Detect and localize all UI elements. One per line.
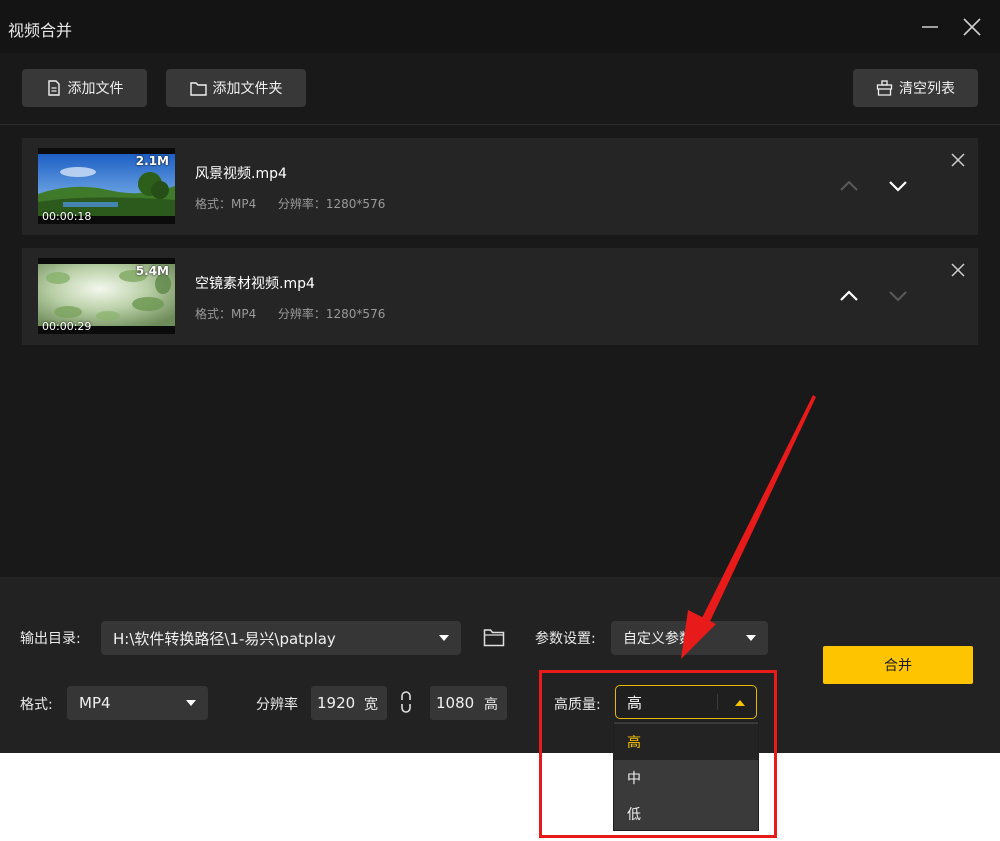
file-format: 格式：MP4 (195, 307, 257, 321)
format-select[interactable]: MP4 (67, 686, 208, 720)
video-thumbnail: 2.1M 00:00:18 (38, 148, 175, 224)
video-thumbnail: 5.4M 00:00:29 (38, 258, 175, 334)
file-resolution: 分辨率：1280*576 (277, 197, 386, 211)
minimize-button[interactable] (915, 12, 945, 42)
move-up-button[interactable] (837, 284, 861, 308)
params-value: 自定义参数 (623, 631, 693, 647)
file-resolution: 分辨率：1280*576 (277, 307, 386, 321)
close-window-button[interactable] (957, 12, 987, 42)
chevron-down-icon (439, 635, 449, 641)
highlight-box (539, 670, 777, 838)
close-icon (963, 18, 981, 36)
file-meta: 格式：MP4 分辨率：1280*576 (195, 305, 385, 322)
height-value: 1080 (436, 694, 475, 712)
remove-file-button[interactable] (950, 152, 966, 168)
remove-file-button[interactable] (950, 262, 966, 278)
file-duration: 00:00:29 (42, 320, 92, 333)
file-name: 风景视频.mp4 (195, 166, 287, 182)
chevron-down-icon (186, 700, 196, 706)
file-size: 2.1M (135, 154, 169, 168)
merge-button[interactable]: 合并 (823, 646, 973, 684)
resolution-label: 分辨率 (256, 697, 298, 713)
output-dir-label: 输出目录: (20, 631, 81, 647)
format-value: MP4 (79, 694, 111, 712)
width-unit: 宽 (364, 697, 378, 713)
move-down-button[interactable] (886, 284, 910, 308)
width-value: 1920 (317, 694, 356, 712)
browse-folder-icon[interactable] (483, 627, 505, 647)
file-format: 格式：MP4 (195, 197, 257, 211)
minimize-icon (922, 26, 938, 28)
output-dir-value: H:\软件转换路径\1-易兴\patplay (113, 629, 336, 648)
link-ratio-icon[interactable] (399, 690, 413, 714)
file-meta: 格式：MP4 分辨率：1280*576 (195, 195, 385, 212)
file-duration: 00:00:18 (42, 210, 92, 223)
params-select[interactable]: 自定义参数 (611, 621, 768, 655)
add-file-button[interactable]: 添加文件 (22, 69, 147, 107)
window-title: 视频合并 (8, 21, 73, 40)
format-label: 格式: (20, 697, 53, 713)
file-list-item[interactable]: 5.4M 00:00:29 空镜素材视频.mp4 格式：MP4 分辨率：1280… (22, 248, 978, 345)
add-file-label: 添加文件 (67, 81, 124, 97)
chevron-down-icon (746, 635, 756, 641)
file-icon (47, 80, 60, 96)
add-folder-button[interactable]: 添加文件夹 (166, 69, 306, 107)
file-size: 5.4M (135, 264, 169, 278)
file-name: 空镜素材视频.mp4 (195, 276, 315, 292)
height-unit: 高 (484, 697, 498, 713)
add-folder-label: 添加文件夹 (212, 81, 283, 97)
params-label: 参数设置: (535, 631, 596, 647)
output-dir-select[interactable]: H:\软件转换路径\1-易兴\patplay (101, 621, 461, 655)
broom-icon (876, 80, 893, 96)
file-list-item[interactable]: 2.1M 00:00:18 风景视频.mp4 格式：MP4 分辨率：1280*5… (22, 138, 978, 235)
title-bar: 视频合并 (0, 0, 1000, 53)
video-merge-window: 视频合并 添加文件 添加文件夹 清空列表 2.1M 00:00:18 风景视频.… (0, 0, 1000, 753)
move-up-button[interactable] (837, 174, 861, 198)
clear-list-button[interactable]: 清空列表 (853, 69, 978, 107)
clear-list-label: 清空列表 (899, 81, 955, 97)
toolbar-divider (0, 124, 1000, 125)
move-down-button[interactable] (886, 174, 910, 198)
folder-icon (189, 81, 207, 96)
